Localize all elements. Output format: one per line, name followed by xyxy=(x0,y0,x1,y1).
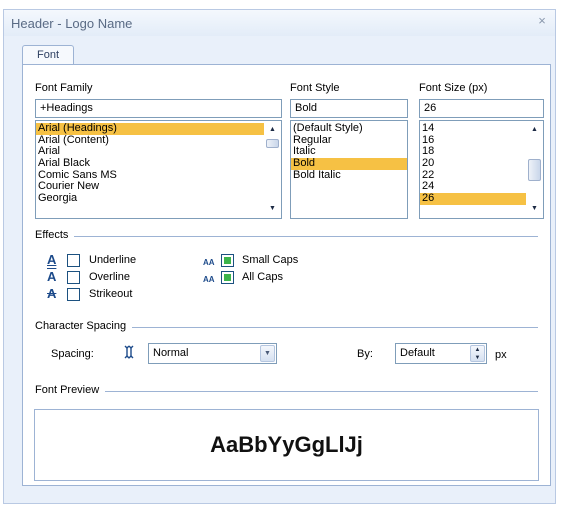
spacing-by-value: Default xyxy=(400,347,435,359)
font-style-list[interactable]: (Default Style) Regular Italic Bold Bold Ita… xyxy=(290,120,408,219)
all-caps-checkbox[interactable] xyxy=(221,271,234,284)
close-icon[interactable]: × xyxy=(535,14,549,28)
list-item[interactable]: 24 xyxy=(420,181,526,193)
list-item[interactable]: 14 xyxy=(420,122,526,135)
overline-checkbox[interactable] xyxy=(67,271,80,284)
scroll-up-arrow-icon[interactable]: ▲ xyxy=(526,123,543,137)
all-caps-icon: AA xyxy=(203,275,215,284)
underline-icon: A xyxy=(47,252,57,267)
strikeout-checkbox[interactable] xyxy=(67,288,80,301)
list-item[interactable]: Arial (Headings) xyxy=(36,122,264,135)
scroll-up-arrow-icon[interactable]: ▲ xyxy=(264,123,281,137)
all-caps-label: All Caps xyxy=(242,271,283,283)
small-caps-checkbox[interactable] xyxy=(221,254,234,267)
font-size-input[interactable]: 26 xyxy=(419,99,544,118)
font-style-input[interactable]: Bold xyxy=(290,99,408,118)
spinner-buttons[interactable]: ▲ ▼ xyxy=(470,345,485,362)
font-family-scrollbar[interactable]: ▲ ▼ xyxy=(264,121,281,218)
scroll-thumb[interactable] xyxy=(528,159,541,181)
font-size-list[interactable]: 14 16 18 20 22 24 26 ▲ ▼ xyxy=(419,120,544,219)
font-preview-text: AaBbYyGgLlJj xyxy=(210,432,363,457)
spacing-icon xyxy=(123,345,135,359)
list-item[interactable]: Georgia xyxy=(36,192,264,205)
underline-label: Underline xyxy=(89,254,137,266)
font-style-label: Font Style xyxy=(290,82,340,94)
font-size-scrollbar[interactable]: ▲ ▼ xyxy=(526,121,543,218)
effects-title: Effects xyxy=(35,229,75,241)
tab-font[interactable]: Font xyxy=(22,45,74,64)
by-label: By: xyxy=(357,348,373,360)
font-size-label: Font Size (px) xyxy=(419,82,488,94)
list-item[interactable]: 26 xyxy=(420,192,526,205)
list-item[interactable]: 18 xyxy=(420,146,526,158)
spacing-by-spinner[interactable]: Default ▲ ▼ xyxy=(395,343,487,364)
overline-icon: A xyxy=(47,269,57,284)
effects-separator xyxy=(35,236,538,237)
title-bar: Header - Logo Name × xyxy=(4,10,555,36)
strikeout-label: Strikeout xyxy=(89,288,133,300)
small-caps-icon: AA xyxy=(203,258,215,267)
font-panel: Font Family +Headings Arial (Headings) Ar… xyxy=(22,64,551,486)
list-item[interactable]: 20 xyxy=(420,157,526,170)
small-caps-label: Small Caps xyxy=(242,254,299,266)
spin-down-icon[interactable]: ▼ xyxy=(471,354,484,362)
list-item[interactable]: Arial (Content) xyxy=(36,134,264,147)
character-spacing-title: Character Spacing xyxy=(35,320,133,332)
font-family-input[interactable]: +Headings xyxy=(35,99,282,118)
preview-separator xyxy=(35,391,538,392)
strikeout-icon: A xyxy=(47,286,57,301)
scroll-thumb[interactable] xyxy=(266,139,279,148)
font-family-label: Font Family xyxy=(35,82,93,94)
dialog-title: Header - Logo Name xyxy=(11,16,133,31)
underline-checkbox[interactable] xyxy=(67,254,80,267)
list-item[interactable]: 16 xyxy=(420,134,526,147)
list-item[interactable]: (Default Style) xyxy=(291,122,407,135)
list-item[interactable]: Arial Black xyxy=(36,157,264,170)
list-item[interactable]: Bold Italic xyxy=(291,169,407,182)
spacing-select-value: Normal xyxy=(153,347,189,359)
font-family-list[interactable]: Arial (Headings) Arial (Content) Arial Aria… xyxy=(35,120,282,219)
chevron-down-icon[interactable]: ▼ xyxy=(260,345,275,362)
overline-label: Overline xyxy=(89,271,130,283)
list-item[interactable]: Bold xyxy=(291,157,407,170)
spin-up-icon[interactable]: ▲ xyxy=(471,346,484,354)
px-unit-label: px xyxy=(495,349,507,361)
scroll-down-arrow-icon[interactable]: ▼ xyxy=(264,202,281,216)
scroll-down-arrow-icon[interactable]: ▼ xyxy=(526,202,543,216)
list-item[interactable]: 22 xyxy=(420,169,526,182)
spacing-label: Spacing: xyxy=(51,348,94,360)
spacing-select[interactable]: Normal ▼ xyxy=(148,343,277,364)
font-preview-title: Font Preview xyxy=(35,384,106,396)
font-preview-box: AaBbYyGgLlJj xyxy=(34,409,539,481)
